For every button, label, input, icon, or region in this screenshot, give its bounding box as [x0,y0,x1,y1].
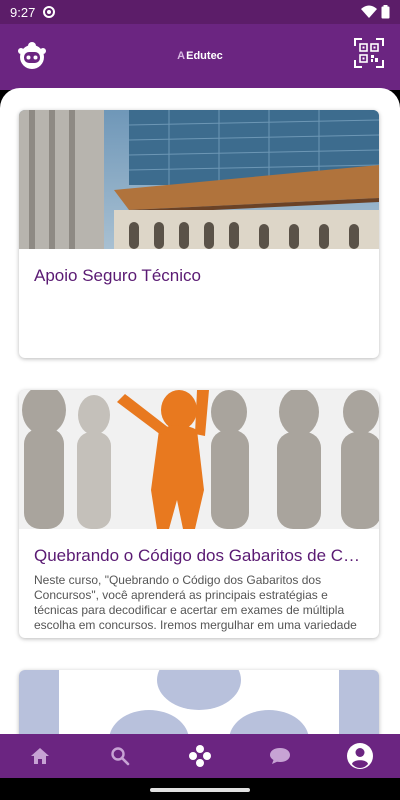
course-card[interactable]: Apoio Seguro Técnico [19,110,379,358]
apps-icon [189,745,211,767]
course-title: Quebrando o Código dos Gabaritos de Conc… [34,546,379,565]
home-icon [31,748,49,764]
chat-icon [270,748,290,764]
status-icons [361,5,390,19]
nav-apps[interactable] [180,736,220,776]
profile-icon [347,743,373,769]
logo-text: Edutec [186,50,223,62]
course-description [19,286,379,353]
course-card[interactable] [19,670,379,734]
course-card[interactable]: Quebrando o Código dos Gabaritos de Conc… [19,390,379,638]
bottom-nav [0,734,400,778]
course-title: Apoio Seguro Técnico [34,266,201,285]
status-time: 9:27 [10,4,36,20]
nav-home[interactable] [20,736,60,776]
course-thumbnail [19,670,379,734]
home-gesture-handle[interactable] [150,788,250,792]
logo-mark: A [177,50,186,62]
course-list[interactable]: Apoio Seguro Técnico Quebrando o Código … [0,88,400,734]
qr-code-icon [354,38,384,68]
nav-search[interactable] [100,736,140,776]
search-icon [111,747,130,766]
status-bar: 9:27 [0,0,400,24]
app-bar: AEdutec [0,24,400,90]
nav-profile[interactable] [340,736,380,776]
nav-chat[interactable] [260,736,300,776]
app-logo: AEdutec [0,50,400,62]
course-description: Neste curso, "Quebrando o Código dos Gab… [34,573,357,632]
notification-icon [43,6,56,18]
battery-icon [381,5,390,19]
course-thumbnail [19,390,379,529]
course-thumbnail [19,110,379,249]
qr-scan-button[interactable] [354,38,384,68]
system-nav-bar [0,778,400,800]
wifi-icon [361,5,377,18]
